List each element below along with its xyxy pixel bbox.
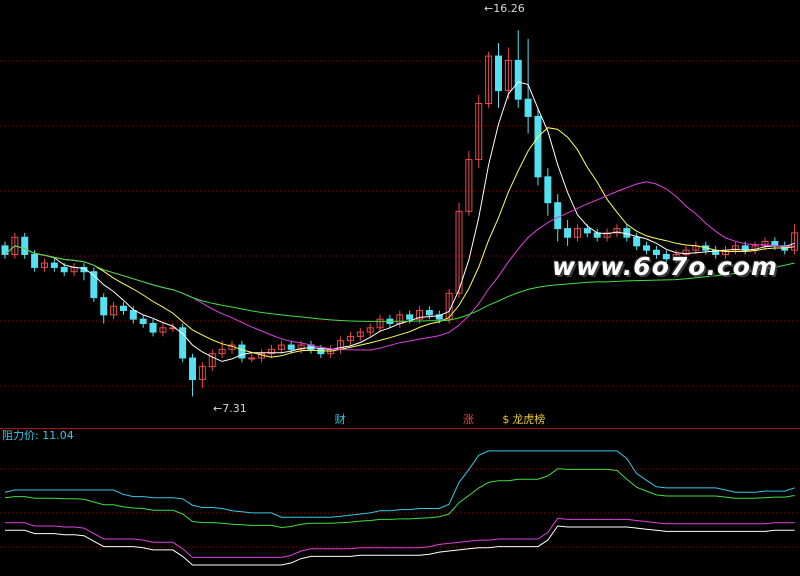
candle-body: [238, 344, 246, 359]
candlesticks: [1, 30, 799, 397]
low-price-label: ←7.31: [213, 402, 247, 415]
candle-body: [623, 228, 631, 238]
candle-body: [495, 55, 502, 92]
candle-body: [149, 322, 157, 333]
high-price-label: ←16.26: [484, 2, 525, 15]
grid-lines: [0, 60, 800, 548]
candle-body: [129, 310, 137, 320]
indicator-label: 阻力价: [2, 429, 35, 442]
indicator-lines: [4, 450, 795, 566]
candle-body: [524, 98, 532, 117]
event-marker: 涨: [462, 413, 474, 426]
watermark: www.6o7o.com: [552, 252, 778, 281]
candle-body: [514, 59, 522, 100]
mid-line: [4, 468, 795, 529]
candle-body: [583, 228, 591, 234]
candle-body: [248, 357, 256, 360]
candle-body: [564, 228, 572, 238]
event-marker: 财: [334, 413, 346, 426]
candle-body: [633, 236, 641, 247]
candle-body: [50, 262, 58, 268]
support-line: [5, 525, 795, 566]
event-marker: $: [502, 413, 510, 426]
candle-body: [287, 344, 295, 350]
candle-body: [406, 314, 414, 320]
candle-body: [100, 297, 108, 316]
candle-body: [139, 318, 147, 324]
candle-body: [534, 115, 542, 178]
candle-body: [21, 236, 29, 255]
candle-body: [60, 266, 68, 273]
candle-body: [189, 357, 197, 381]
base-line: [5, 517, 795, 558]
candle-body: [119, 305, 127, 312]
candle-body: [317, 348, 325, 355]
candle-body: [554, 202, 562, 230]
event-marker: 龙虎榜: [512, 413, 546, 426]
candle-body: [544, 176, 552, 204]
candle-body: [31, 253, 39, 268]
indicator-value: 11.04: [42, 429, 74, 442]
price-chart: [0, 30, 800, 566]
indicator-title: 阻力价: 11.04: [2, 429, 74, 442]
candle-body: [425, 310, 433, 316]
candle-body: [643, 245, 651, 251]
